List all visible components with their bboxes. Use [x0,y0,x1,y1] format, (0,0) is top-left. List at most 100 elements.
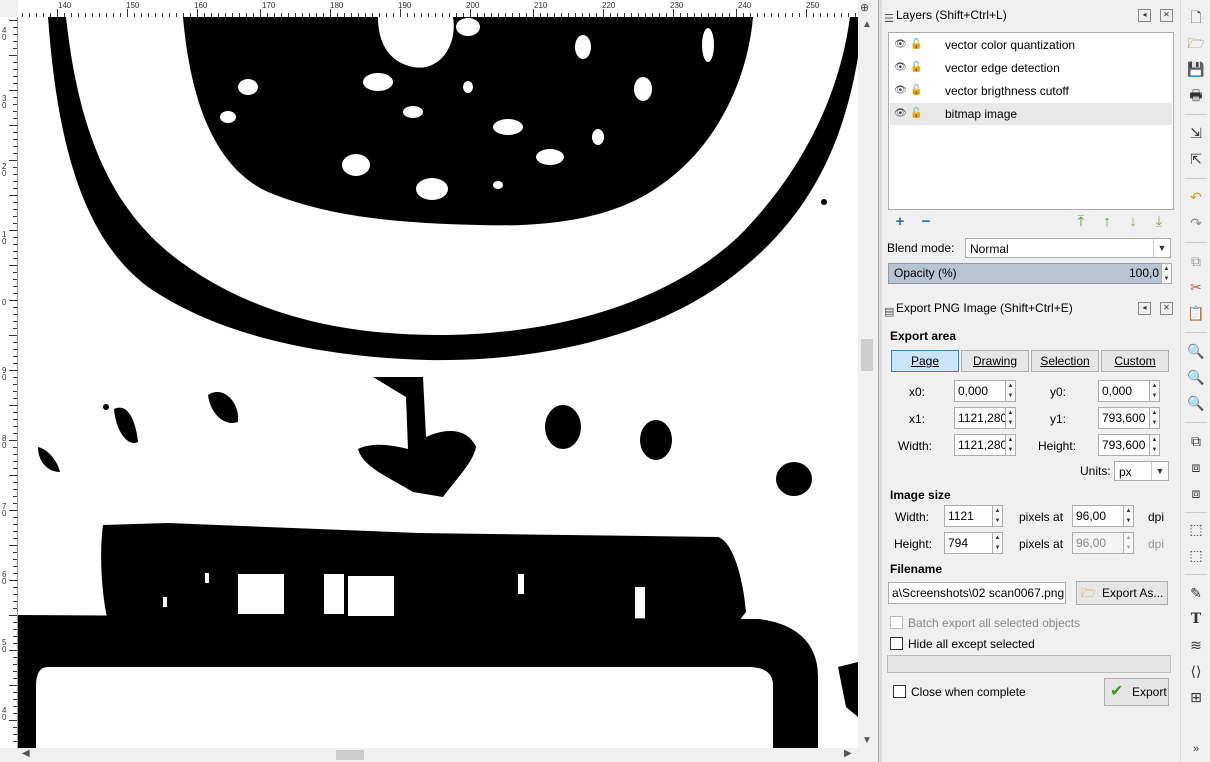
scroll-left-icon[interactable]: ◀ [22,748,30,759]
layers-dialog-icon[interactable]: ≋ [1187,636,1205,654]
height-stepper[interactable]: ▲ ▼ [1149,434,1160,456]
save-icon[interactable]: 💾 [1187,60,1205,78]
hide-all-checkbox[interactable] [890,637,903,650]
lower-to-bottom-icon[interactable]: ⤓ [1150,213,1168,231]
x1-field[interactable]: 1121,280 [954,407,1008,429]
eye-icon[interactable]: 👁 [894,57,907,79]
eye-icon[interactable]: 👁 [894,80,907,102]
fill-stroke-icon[interactable]: ✎ [1187,584,1205,602]
layer-row[interactable]: 👁 🔓 vector color quantization [890,34,1172,56]
y1-stepper[interactable]: ▲ ▼ [1149,407,1160,429]
group-icon[interactable]: ⬚ [1187,520,1205,538]
horizontal-scrollbar[interactable]: ◀ ▶ [18,748,858,762]
text-font-icon[interactable]: T [1187,610,1205,628]
cut-icon[interactable]: ✂ [1187,278,1205,296]
img-height-field[interactable]: 794 [944,532,994,554]
x0-stepper[interactable]: ▲ ▼ [1005,380,1016,402]
close-icon[interactable]: ✕ [1160,302,1173,315]
raise-to-top-icon[interactable]: ⤒ [1072,213,1090,231]
zoom-icon[interactable]: ⊕ [860,1,874,15]
xml-editor-icon[interactable]: ⟨⟩ [1187,662,1205,680]
lock-icon[interactable]: 🔓 [910,80,922,102]
vertical-scrollbar[interactable]: ▲ ▼ [858,17,876,748]
close-when-complete-checkbox[interactable] [893,685,906,698]
height-field[interactable]: 793,600 [1098,434,1152,456]
dpi-x-field[interactable]: 96,00 [1072,505,1126,527]
chevron-down-icon[interactable]: ▼ [1153,239,1170,257]
img-width-field[interactable]: 1121 [944,505,994,527]
zoom-selection-icon[interactable]: 🔍 [1187,342,1205,360]
vertical-scroll-thumb[interactable] [861,339,873,371]
area-page-button[interactable]: Page [891,350,959,372]
add-layer-icon[interactable]: + [891,213,909,231]
export-as-button[interactable]: 🗁 Export As... [1076,581,1168,605]
dock-panel: ☰ Layers (Shift+Ctrl+L) ◂ ✕ 👁 🔓 vector c… [882,0,1178,762]
lock-icon[interactable]: 🔓 [910,34,922,56]
lower-layer-icon[interactable]: ↓ [1124,213,1142,231]
eye-icon[interactable]: 👁 [894,34,907,56]
collapse-icon[interactable]: ◂ [1138,9,1151,22]
dpi-x-stepper[interactable]: ▲ ▼ [1123,505,1134,527]
x0-field[interactable]: 0,000 [954,380,1008,402]
img-height-stepper[interactable]: ▲ ▼ [992,532,1003,554]
redo-icon[interactable]: ↷ [1187,214,1205,232]
ungroup-icon[interactable]: ⬚ [1187,546,1205,564]
blend-mode-select[interactable]: Normal ▼ [965,238,1171,258]
drawing-canvas[interactable] [18,17,858,748]
scroll-right-icon[interactable]: ▶ [844,748,852,759]
export-icon: ▤ [884,306,895,318]
height-label: Height: [1038,439,1077,453]
horizontal-ruler[interactable]: 140 150 160 170 180 190 200 210 220 230 240 250 [18,0,858,18]
ruler-label: 20 [2,162,7,178]
open-icon[interactable]: 🗁 [1187,34,1205,52]
opacity-slider[interactable]: Opacity (%) 100,0 [888,263,1164,284]
export-doc-icon[interactable]: ⇱ [1187,150,1205,168]
scroll-up-icon[interactable]: ▲ [862,19,872,30]
copy-icon[interactable]: ⧉ [1187,252,1205,270]
clone-icon[interactable]: ⧈ [1187,458,1205,476]
scroll-down-icon[interactable]: ▼ [862,735,872,746]
layer-row-selected[interactable]: 👁 🔓 bitmap image [890,103,1172,125]
undo-icon[interactable]: ↶ [1187,188,1205,206]
unlink-clone-icon[interactable]: ⧈ [1187,484,1205,502]
img-width-stepper[interactable]: ▲ ▼ [992,505,1003,527]
eye-icon[interactable]: 👁 [894,103,907,125]
area-custom-button[interactable]: Custom [1101,350,1169,372]
lock-icon[interactable]: 🔓 [910,57,922,79]
y0-stepper[interactable]: ▲ ▼ [1149,380,1160,402]
zoom-page-icon[interactable]: 🔍 [1187,394,1205,412]
close-icon[interactable]: ✕ [1160,9,1173,22]
chevron-down-icon[interactable]: ▼ [1151,462,1168,480]
more-icon[interactable]: » [1187,740,1205,758]
import-icon[interactable]: ⇲ [1187,124,1205,142]
vertical-ruler[interactable]: 40 30 20 10 0 90 80 70 60 50 40 [0,17,18,748]
filename-input[interactable]: a\Screenshots\02 scan0067.png [888,582,1066,604]
y1-field[interactable]: 793,600 [1098,407,1152,429]
print-icon[interactable]: 🖶 [1187,86,1205,104]
layer-list[interactable]: 👁 🔓 vector color quantization 👁 🔓 vector… [888,32,1174,210]
layer-row[interactable]: 👁 🔓 vector edge detection [890,57,1172,79]
align-icon[interactable]: ⊞ [1187,688,1205,706]
layer-name: bitmap image [945,107,1018,121]
horizontal-scroll-thumb[interactable] [336,750,364,760]
zoom-drawing-icon[interactable]: 🔍 [1187,368,1205,386]
remove-layer-icon[interactable]: − [917,213,935,231]
y0-field[interactable]: 0,000 [1098,380,1152,402]
opacity-stepper[interactable]: ▲ ▼ [1161,263,1172,284]
new-document-icon[interactable]: 🗋 [1187,8,1205,26]
batch-export-checkbox[interactable] [890,616,903,629]
area-drawing-button[interactable]: Drawing [961,350,1029,372]
x1-stepper[interactable]: ▲ ▼ [1005,407,1016,429]
export-button[interactable]: ✔ Export [1104,678,1169,706]
width-stepper[interactable]: ▲ ▼ [1005,434,1016,456]
area-selection-button[interactable]: Selection [1031,350,1099,372]
collapse-icon[interactable]: ◂ [1138,302,1151,315]
units-select[interactable]: px ▼ [1114,461,1169,481]
duplicate-icon[interactable]: ⧉ [1187,432,1205,450]
lock-icon[interactable]: 🔓 [910,103,922,125]
paste-icon[interactable]: 📋 [1187,304,1205,322]
raise-layer-icon[interactable]: ↑ [1098,213,1116,231]
layer-row[interactable]: 👁 🔓 vector brigthness cutoff [890,80,1172,102]
dpi-y-stepper: ▲ ▼ [1123,532,1134,554]
width-field[interactable]: 1121,280 [954,434,1008,456]
